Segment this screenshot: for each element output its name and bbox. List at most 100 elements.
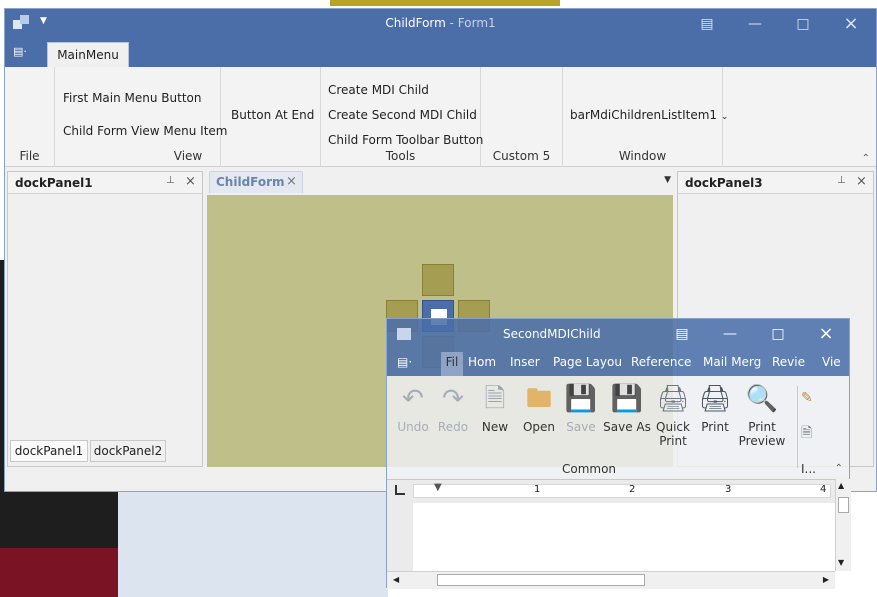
rich-text-editor[interactable]: ▲ ▼ ◀ ▶: [387, 479, 851, 589]
printer-icon: 🖨: [656, 384, 690, 414]
save-label: Save: [566, 420, 596, 434]
minimize-button[interactable]: —: [720, 324, 740, 344]
group-divider: [797, 386, 798, 468]
restore-layout-icon[interactable]: ▤: [697, 14, 717, 34]
minimize-button[interactable]: —: [745, 14, 765, 34]
scroll-up-icon[interactable]: ▲: [838, 481, 844, 490]
print-button[interactable]: 🖨 Print: [695, 382, 735, 434]
save-button[interactable]: 💾 Save: [561, 382, 601, 434]
group-caption-custom5: Custom 5: [492, 149, 551, 163]
quick-print-label: Quick Print: [656, 420, 690, 448]
ribbon-collapse-icon[interactable]: ⌃: [862, 153, 870, 164]
print-preview-label: Print Preview: [738, 420, 786, 448]
undo-button[interactable]: ↶ Undo: [393, 382, 433, 434]
dock-tab-dockpanel2[interactable]: dockPanel2: [90, 440, 166, 462]
tab-home[interactable]: Hom: [468, 355, 496, 369]
ribbon-group-view: First Main Menu Button Child Form View M…: [55, 67, 228, 167]
document-tab-bar: ChildForm × ▼: [207, 171, 675, 195]
document-list-dropdown-icon[interactable]: ▼: [664, 175, 671, 185]
app-icon[interactable]: [397, 328, 411, 340]
second-child-title: SecondMDIChild: [503, 327, 601, 341]
close-icon[interactable]: ×: [185, 174, 196, 189]
document-settings-icon[interactable]: 🗎: [801, 422, 812, 446]
close-button[interactable]: ×: [841, 14, 861, 34]
application-menu-button[interactable]: ▤·: [13, 45, 39, 63]
horizontal-scrollbar[interactable]: ◀ ▶: [387, 571, 835, 589]
background-window-strip: [330, 0, 560, 6]
vertical-scrollbar[interactable]: ▲ ▼: [835, 479, 851, 571]
ruler-number: 4: [820, 484, 827, 495]
first-main-menu-button[interactable]: First Main Menu Button: [63, 91, 202, 105]
tab-mainmenu[interactable]: MainMenu: [47, 42, 129, 68]
create-mdi-child-button[interactable]: Create MDI Child: [328, 83, 429, 97]
print-label: Print: [701, 420, 729, 434]
open-label: Open: [522, 420, 556, 434]
scroll-left-icon[interactable]: ◀: [393, 575, 399, 584]
pin-icon[interactable]: ⊥: [166, 175, 175, 186]
window-title-text: ChildForm: [385, 16, 446, 30]
group-caption-tools: Tools: [385, 149, 416, 163]
close-button[interactable]: ×: [816, 324, 836, 344]
tab-insert[interactable]: Inser: [510, 355, 540, 369]
group-caption-next: I...: [801, 462, 816, 476]
tab-childform[interactable]: ChildForm ×: [209, 171, 303, 193]
button-at-end[interactable]: Button At End: [231, 108, 314, 122]
dock-panel-left-title: dockPanel1: [15, 176, 93, 190]
title-bar[interactable]: ▼ ChildForm - Form1 ▤ — □ ×: [5, 9, 876, 39]
tab-file[interactable]: Fil: [441, 352, 463, 376]
second-child-title-bar[interactable]: SecondMDIChild ▤ — □ ×: [387, 319, 849, 349]
dock-panel-right-title: dockPanel3: [685, 176, 763, 190]
scroll-thumb[interactable]: [838, 497, 849, 513]
undo-icon: ↶: [402, 384, 424, 414]
second-mdi-child-window: SecondMDIChild ▤ — □ × ▤· Fil Hom Inser …: [386, 318, 851, 589]
dock-panel-right-header[interactable]: dockPanel3 ⊥ ×: [678, 172, 873, 194]
window-title-suffix: - Form1: [449, 16, 496, 30]
create-second-mdi-child-button[interactable]: Create Second MDI Child: [328, 108, 477, 122]
save-as-icon: 💾: [610, 384, 644, 414]
child-form-toolbar-button[interactable]: Child Form Toolbar Button: [328, 133, 483, 147]
dock-tab-dockpanel1[interactable]: dockPanel1: [10, 440, 88, 462]
save-as-button[interactable]: 💾 Save As: [603, 382, 651, 434]
scroll-down-icon[interactable]: ▼: [838, 558, 844, 567]
redo-button[interactable]: ↷ Redo: [433, 382, 473, 434]
dock-guide-top-icon[interactable]: [422, 264, 454, 296]
quick-print-button[interactable]: 🖨 Quick Print: [653, 382, 693, 448]
mdi-children-list-item[interactable]: barMdiChildrenListItem1 ⌄: [570, 108, 728, 122]
restore-layout-icon[interactable]: ▤: [672, 324, 692, 344]
ribbon-group-custom5: Custom 5: [481, 67, 563, 167]
print-dialog-icon: 🖨: [698, 384, 732, 414]
tab-review[interactable]: Revie: [772, 355, 805, 369]
background-red-area: [0, 548, 118, 597]
maximize-button[interactable]: □: [768, 324, 788, 344]
tab-references[interactable]: Reference: [631, 355, 691, 369]
tab-mailings[interactable]: Mail Merg: [703, 355, 761, 369]
undo-label: Undo: [397, 420, 429, 434]
close-icon[interactable]: ×: [286, 174, 297, 189]
close-icon[interactable]: ×: [856, 174, 867, 189]
new-button[interactable]: 🗎 New: [475, 382, 515, 434]
redo-label: Redo: [437, 420, 469, 434]
scroll-right-icon[interactable]: ▶: [823, 575, 829, 584]
dock-panel-left-header[interactable]: dockPanel1 ⊥ ×: [8, 172, 202, 194]
new-doc-icon: 🗎: [484, 384, 506, 414]
ribbon-collapse-icon[interactable]: ⌃: [835, 463, 843, 474]
tab-stop-selector-icon[interactable]: [395, 485, 405, 495]
tab-page-layout[interactable]: Page Layou: [553, 355, 622, 369]
maximize-button[interactable]: □: [793, 14, 813, 34]
ribbon-panel: File First Main Menu Button Child Form V…: [5, 67, 876, 167]
format-painter-icon[interactable]: ✎: [801, 390, 813, 406]
group-caption-common: Common: [561, 462, 617, 476]
scroll-thumb[interactable]: [437, 574, 645, 586]
open-button[interactable]: 🖿 Open: [517, 382, 561, 434]
vertical-ruler: [387, 503, 413, 573]
tab-view[interactable]: Vie: [822, 355, 841, 369]
pin-icon[interactable]: ⊥: [837, 175, 846, 186]
child-form-view-menu-item[interactable]: Child Form View Menu Item: [63, 124, 228, 138]
group-caption-file[interactable]: File: [5, 149, 54, 167]
print-preview-button[interactable]: 🔍 Print Preview: [737, 382, 787, 448]
horizontal-ruler[interactable]: 1 2 3 4 ▼: [387, 479, 851, 503]
application-menu-button[interactable]: ▤·: [397, 355, 412, 369]
indent-marker-icon[interactable]: ▼: [434, 482, 442, 493]
folder-icon: 🖿: [525, 384, 552, 414]
background-desktop-area: [118, 492, 388, 597]
